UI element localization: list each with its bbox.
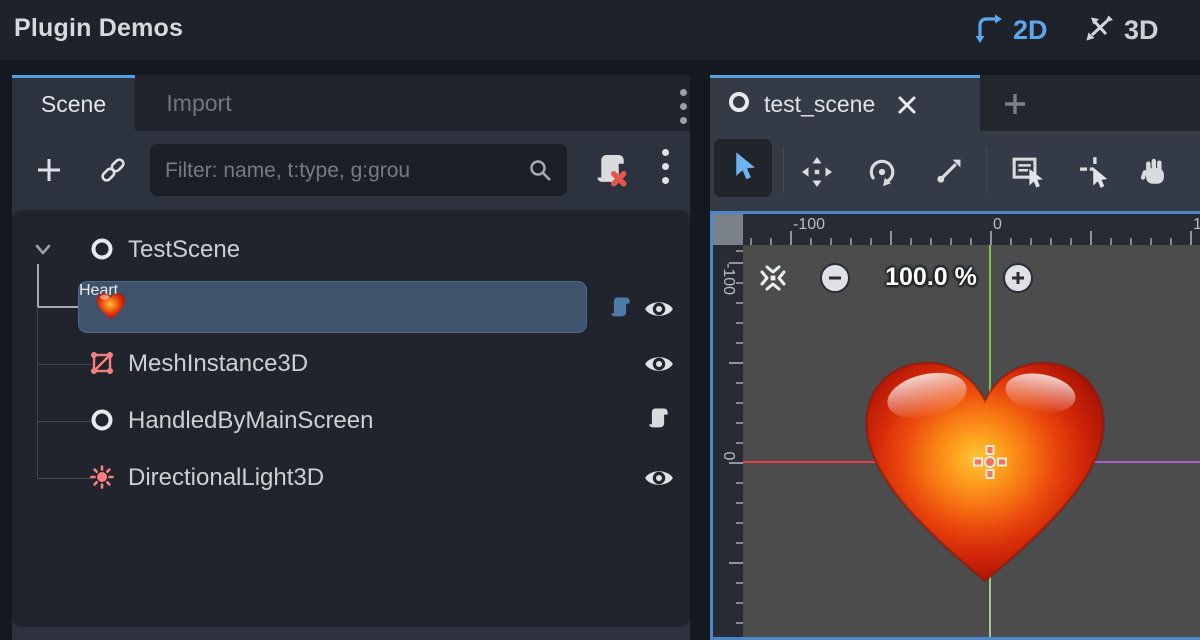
ruler-label: -100 bbox=[793, 216, 825, 234]
viewport-panel: test_scene bbox=[710, 75, 1200, 640]
tab-import-label: Import bbox=[166, 90, 231, 117]
node-icon bbox=[88, 235, 116, 268]
tab-scene[interactable]: Scene bbox=[12, 75, 135, 131]
tree-row-handledbymainscreen[interactable]: HandledByMainScreen bbox=[12, 393, 690, 450]
3d-label: 3D bbox=[1124, 15, 1159, 46]
scale-tool-icon[interactable] bbox=[931, 155, 965, 189]
switch-3d-button[interactable]: 3D bbox=[1083, 10, 1159, 50]
select-tool-icon bbox=[727, 150, 759, 191]
scene-tab-node-icon bbox=[726, 89, 752, 120]
tree-row-label: TestScene bbox=[128, 236, 240, 264]
2d-label: 2D bbox=[1013, 15, 1048, 46]
viewport-frame: -100 0 100 -100 0 100 bbox=[710, 211, 1200, 640]
ruler-label: 0 bbox=[719, 443, 737, 469]
ruler-label: 0 bbox=[993, 216, 1002, 234]
visibility-icon[interactable] bbox=[644, 349, 674, 379]
tree-row-testscene[interactable]: TestScene bbox=[12, 222, 690, 279]
tree-row-directionallight3d[interactable]: DirectionalLight3D bbox=[12, 450, 690, 507]
tree-row-meshinstance3d[interactable]: MeshInstance3D bbox=[12, 336, 690, 393]
heart-icon bbox=[96, 292, 126, 325]
filter-field bbox=[150, 144, 567, 196]
instance-scene-button[interactable] bbox=[94, 153, 132, 191]
ruler-label: 100 bbox=[1193, 216, 1200, 234]
origin-gizmo[interactable] bbox=[972, 444, 1008, 485]
pan-tool-icon[interactable] bbox=[1138, 155, 1172, 189]
rotate-tool-icon[interactable] bbox=[865, 155, 899, 189]
godot-editor: Plugin Demos 2D 3D bbox=[0, 0, 1200, 640]
canvas-2d[interactable]: 100.0 % bbox=[743, 245, 1200, 637]
select-tool-button[interactable] bbox=[714, 139, 772, 197]
scene-tab-label: test_scene bbox=[764, 91, 875, 118]
close-tab-icon[interactable] bbox=[895, 93, 919, 117]
script-icon[interactable] bbox=[644, 405, 674, 435]
switch-2d-button[interactable]: 2D bbox=[972, 10, 1048, 50]
list-select-tool-icon[interactable] bbox=[1010, 155, 1044, 189]
toolbar-separator bbox=[986, 147, 987, 193]
tree-guide bbox=[37, 306, 78, 308]
tree-row-heart[interactable]: Heart bbox=[78, 281, 587, 333]
3d-axes-icon bbox=[1083, 12, 1115, 49]
scene-dock-panel: Scene Import bbox=[12, 75, 690, 640]
vertical-ruler: -100 0 100 bbox=[713, 245, 743, 637]
directional-light-icon bbox=[88, 463, 116, 496]
filter-input[interactable] bbox=[163, 145, 522, 197]
search-icon bbox=[527, 157, 557, 185]
plus-icon bbox=[34, 155, 64, 190]
tab-scene-label: Scene bbox=[41, 91, 106, 118]
detach-script-button[interactable] bbox=[588, 151, 632, 193]
header-bar: Plugin Demos 2D 3D bbox=[0, 0, 1200, 60]
move-tool-icon[interactable] bbox=[800, 155, 834, 189]
visibility-icon[interactable] bbox=[644, 294, 674, 324]
script-icon[interactable] bbox=[606, 294, 636, 324]
tab-import[interactable]: Import bbox=[135, 75, 263, 131]
toolbar-separator bbox=[783, 147, 784, 193]
zoom-in-button[interactable] bbox=[1003, 263, 1033, 293]
scene-tab-test-scene[interactable]: test_scene bbox=[710, 75, 980, 131]
link-icon bbox=[97, 154, 129, 191]
collapse-chevron-icon[interactable] bbox=[30, 240, 56, 265]
ruler-corner bbox=[713, 214, 743, 245]
tree-row-label: HandledByMainScreen bbox=[128, 407, 373, 435]
dock-tab-bar: Scene Import bbox=[12, 75, 690, 131]
2d-axes-icon bbox=[972, 12, 1004, 49]
scene-tab-bar: test_scene bbox=[710, 75, 1200, 131]
canvas-toolbar bbox=[710, 131, 1200, 211]
visibility-icon[interactable] bbox=[644, 463, 674, 493]
center-view-button[interactable] bbox=[758, 263, 788, 298]
dock-menu-icon[interactable] bbox=[680, 89, 687, 124]
scene-tree: TestScene Hear bbox=[12, 210, 690, 627]
node-icon bbox=[88, 406, 116, 439]
horizontal-ruler: -100 0 100 bbox=[743, 214, 1200, 245]
zoom-out-button[interactable] bbox=[820, 263, 850, 293]
page-title: Plugin Demos bbox=[14, 14, 183, 43]
tree-row-label: DirectionalLight3D bbox=[128, 464, 324, 492]
zoom-percent[interactable]: 100.0 % bbox=[865, 263, 997, 292]
scene-tree-toolbar bbox=[12, 131, 690, 210]
add-node-button[interactable] bbox=[30, 153, 68, 191]
tree-row-label: MeshInstance3D bbox=[128, 350, 308, 378]
snap-tool-icon[interactable] bbox=[1078, 155, 1112, 189]
detach-script-icon bbox=[590, 150, 630, 195]
mesh-instance-icon bbox=[88, 349, 116, 382]
ruler-label: -100 bbox=[719, 263, 737, 289]
new-tab-icon[interactable] bbox=[998, 88, 1034, 120]
scene-tree-menu-icon[interactable] bbox=[662, 149, 669, 184]
